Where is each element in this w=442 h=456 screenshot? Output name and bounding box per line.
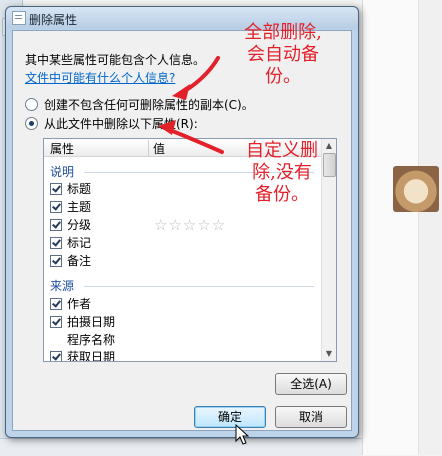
annotation-arrows: [158, 56, 224, 154]
red-arrow-icon: [172, 56, 220, 100]
mouse-pointer-icon: [235, 424, 249, 445]
red-arrow-icon: [158, 120, 224, 154]
